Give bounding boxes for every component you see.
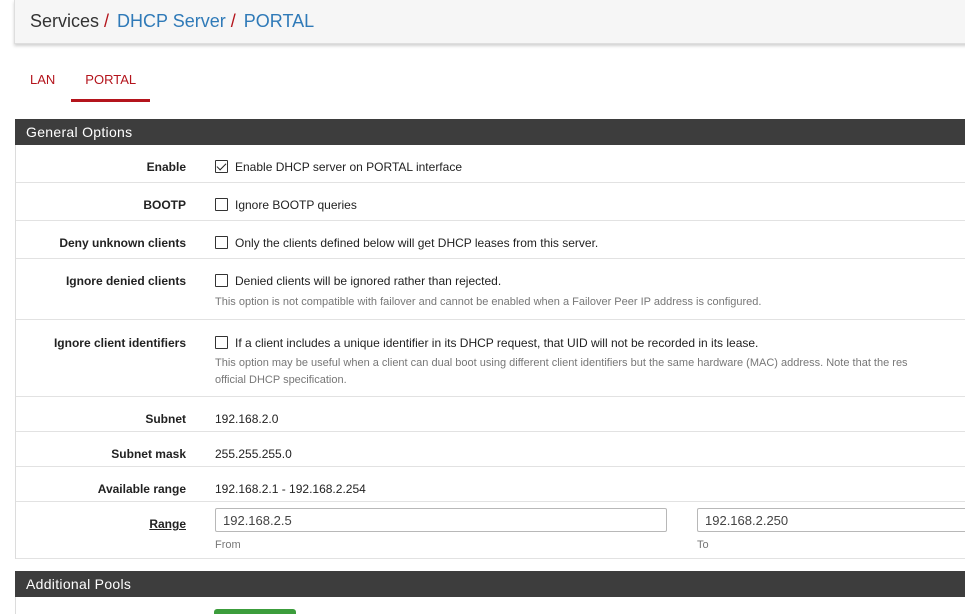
interface-tabs: LAN PORTAL bbox=[16, 64, 150, 102]
ignore-denied-option: Denied clients will be ignored rather th… bbox=[215, 274, 501, 288]
additional-pools-panel bbox=[15, 597, 965, 614]
ignore-denied-row: Ignore denied clients Denied clients wil… bbox=[16, 259, 965, 320]
range-label: Range bbox=[149, 517, 186, 531]
enable-row: Enable Enable DHCP server on PORTAL inte… bbox=[16, 145, 965, 183]
subnet-mask-row: Subnet mask 255.255.255.0 bbox=[16, 432, 965, 467]
enable-checkbox-text: Enable DHCP server on PORTAL interface bbox=[235, 160, 462, 174]
ignore-denied-label: Ignore denied clients bbox=[65, 274, 186, 288]
bootp-option: Ignore BOOTP queries bbox=[215, 198, 357, 212]
subnet-mask-value: 255.255.255.0 bbox=[215, 447, 292, 461]
ignore-client-ids-checkbox-text: If a client includes a unique identifier… bbox=[235, 336, 759, 350]
bootp-label: BOOTP bbox=[143, 198, 186, 212]
subnet-label: Subnet bbox=[145, 412, 186, 426]
ignore-client-ids-label: Ignore client identifiers bbox=[53, 336, 186, 350]
range-to-label: To bbox=[697, 539, 709, 551]
tab-portal[interactable]: PORTAL bbox=[71, 64, 150, 102]
ignore-client-ids-row: Ignore client identifiers If a client in… bbox=[16, 320, 965, 397]
enable-label: Enable bbox=[146, 160, 186, 174]
available-range-row: Available range 192.168.2.1 - 192.168.2.… bbox=[16, 467, 965, 502]
enable-checkbox[interactable] bbox=[215, 160, 228, 173]
subnet-mask-label: Subnet mask bbox=[111, 447, 186, 461]
bootp-checkbox[interactable] bbox=[215, 198, 228, 211]
ignore-client-ids-help-line1: This option may be useful when a client … bbox=[215, 357, 908, 369]
breadcrumb-separator: / bbox=[230, 11, 236, 31]
general-options-heading: General Options bbox=[15, 119, 965, 145]
available-range-value: 192.168.2.1 - 192.168.2.254 bbox=[215, 482, 366, 496]
range-from-label: From bbox=[215, 539, 241, 551]
deny-unknown-row: Deny unknown clients Only the clients de… bbox=[16, 221, 965, 259]
range-to-input[interactable] bbox=[697, 508, 965, 532]
breadcrumb-separator: / bbox=[104, 11, 110, 31]
deny-unknown-label: Deny unknown clients bbox=[59, 236, 186, 250]
ignore-denied-checkbox-text: Denied clients will be ignored rather th… bbox=[235, 274, 502, 288]
deny-unknown-option: Only the clients defined below will get … bbox=[215, 236, 598, 250]
ignore-client-ids-checkbox[interactable] bbox=[215, 336, 228, 349]
range-from-input[interactable] bbox=[215, 508, 667, 532]
available-range-label: Available range bbox=[97, 482, 186, 496]
bootp-checkbox-text: Ignore BOOTP queries bbox=[235, 198, 357, 212]
ignore-client-ids-help-line2: official DHCP specification. bbox=[215, 374, 347, 386]
subnet-row: Subnet 192.168.2.0 bbox=[16, 397, 965, 432]
range-row: Range From To bbox=[16, 502, 965, 559]
bootp-row: BOOTP Ignore BOOTP queries bbox=[16, 183, 965, 221]
enable-option: Enable DHCP server on PORTAL interface bbox=[215, 160, 462, 174]
breadcrumb-portal-link[interactable]: PORTAL bbox=[244, 11, 314, 32]
breadcrumb: Services / DHCP Server / PORTAL bbox=[14, 0, 965, 44]
add-pool-button[interactable] bbox=[214, 609, 296, 614]
breadcrumb-root: Services bbox=[30, 11, 100, 31]
subnet-value: 192.168.2.0 bbox=[215, 412, 279, 426]
ignore-denied-help: This option is not compatible with failo… bbox=[215, 296, 762, 308]
deny-unknown-checkbox-text: Only the clients defined below will get … bbox=[235, 236, 599, 250]
tab-lan[interactable]: LAN bbox=[16, 64, 71, 102]
ignore-denied-checkbox[interactable] bbox=[215, 274, 228, 287]
additional-pools-heading: Additional Pools bbox=[15, 571, 965, 597]
breadcrumb-dhcp-server-link[interactable]: DHCP Server bbox=[117, 11, 226, 32]
ignore-client-ids-option: If a client includes a unique identifier… bbox=[215, 336, 758, 350]
general-options-panel: Enable Enable DHCP server on PORTAL inte… bbox=[15, 145, 965, 559]
deny-unknown-checkbox[interactable] bbox=[215, 236, 228, 249]
